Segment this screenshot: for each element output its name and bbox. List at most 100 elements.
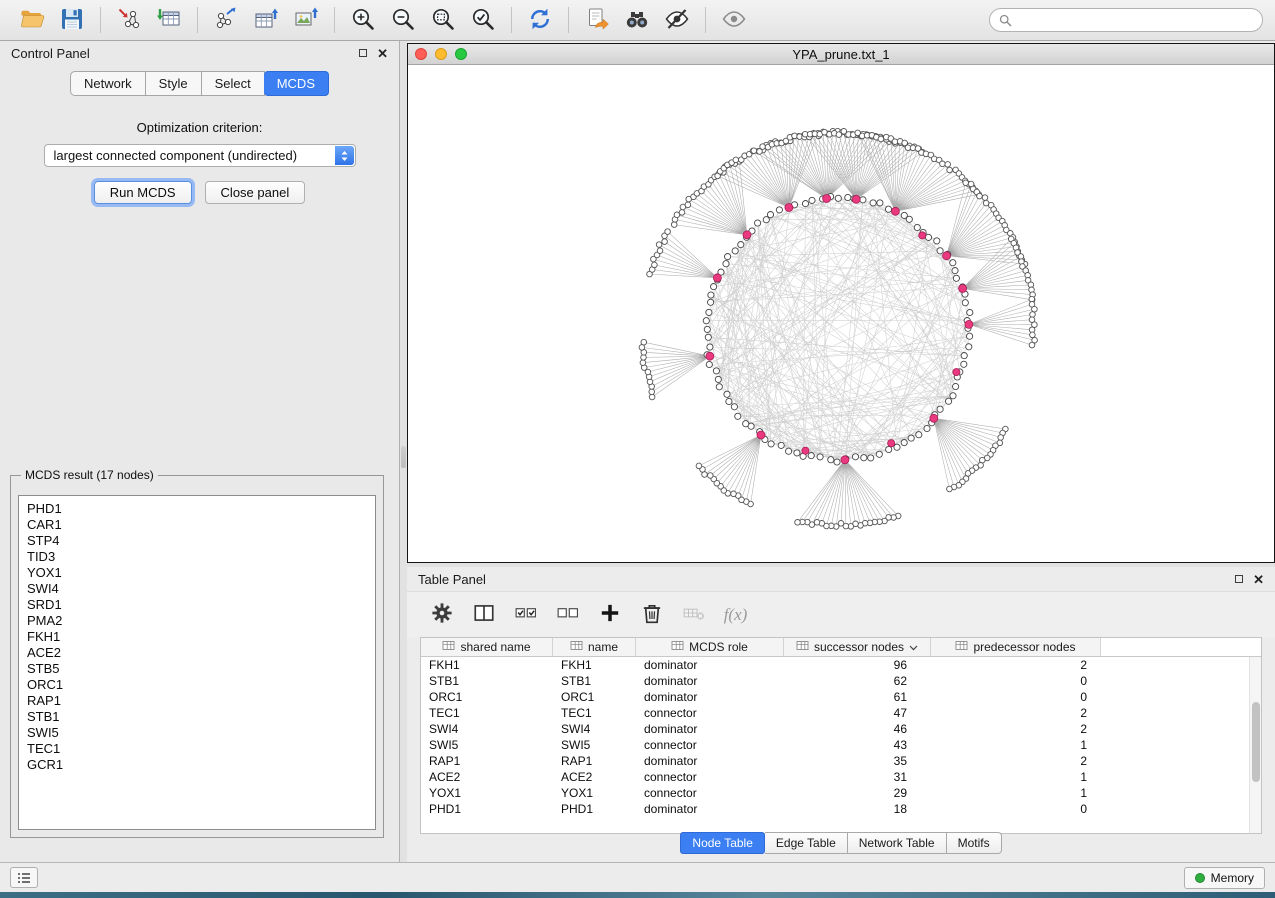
table-row[interactable]: RAP1RAP1dominator352 — [421, 753, 1261, 769]
tab-mcds[interactable]: MCDS — [264, 71, 329, 96]
cell-mcds_role: dominator — [636, 722, 784, 736]
mcds-result-list[interactable]: PHD1CAR1STP4TID3YOX1SWI4SRD1PMA2FKH1ACE2… — [18, 495, 376, 830]
minimize-window-icon[interactable] — [435, 48, 447, 60]
list-item[interactable]: GCR1 — [27, 757, 375, 773]
network-view-titlebar[interactable]: YPA_prune.txt_1 — [408, 44, 1274, 65]
close-panel-icon[interactable]: ✕ — [377, 47, 388, 60]
zoom-out-button[interactable] — [383, 4, 423, 37]
cell-successor_nodes: 31 — [784, 770, 931, 784]
cell-name: PHD1 — [553, 802, 636, 816]
list-item[interactable]: TEC1 — [27, 741, 375, 757]
search-input[interactable] — [1017, 13, 1253, 28]
float-panel-icon[interactable] — [359, 49, 367, 57]
column-header-MCDS-role[interactable]: MCDS role — [636, 638, 784, 656]
list-item[interactable]: FKH1 — [27, 629, 375, 645]
list-item[interactable]: SWI4 — [27, 581, 375, 597]
table-row[interactable]: FKH1FKH1dominator962 — [421, 657, 1261, 673]
list-item[interactable]: STP4 — [27, 533, 375, 549]
close-window-icon[interactable] — [415, 48, 427, 60]
table-header-row: shared namenameMCDS rolesuccessor nodesp… — [421, 638, 1261, 657]
preview-button[interactable] — [714, 4, 754, 37]
list-item[interactable]: ACE2 — [27, 645, 375, 661]
tab-network-table[interactable]: Network Table — [848, 832, 947, 854]
table-row[interactable]: TEC1TEC1connector472 — [421, 705, 1261, 721]
duplicate-network-button[interactable] — [577, 4, 617, 37]
list-item[interactable]: YOX1 — [27, 565, 375, 581]
task-history-button[interactable] — [10, 867, 38, 888]
tab-style[interactable]: Style — [146, 71, 202, 96]
control-panel-title: Control Panel — [11, 46, 90, 61]
mcds-result-group: MCDS result (17 nodes) PHD1CAR1STP4TID3Y… — [10, 468, 384, 838]
cell-predecessor_nodes: 1 — [931, 770, 1101, 784]
column-header-shared-name[interactable]: shared name — [421, 638, 553, 656]
duplicate-network-icon — [584, 6, 610, 35]
export-network-button[interactable] — [206, 4, 246, 37]
list-item[interactable]: STB5 — [27, 661, 375, 677]
list-item[interactable]: PMA2 — [27, 613, 375, 629]
table-row[interactable]: ACE2ACE2connector311 — [421, 769, 1261, 785]
tab-motifs[interactable]: Motifs — [947, 832, 1002, 854]
table-scrollbar[interactable] — [1249, 657, 1261, 833]
tab-network[interactable]: Network — [70, 71, 146, 96]
refresh-button[interactable] — [520, 4, 560, 37]
column-chooser-button[interactable] — [465, 598, 502, 632]
header-sort-icon — [671, 640, 684, 654]
float-table-panel-icon[interactable] — [1235, 575, 1243, 583]
cell-name: TEC1 — [553, 706, 636, 720]
memory-button[interactable]: Memory — [1184, 867, 1265, 889]
table-row[interactable]: STB1STB1dominator620 — [421, 673, 1261, 689]
list-item[interactable]: SWI5 — [27, 725, 375, 741]
list-item[interactable]: CAR1 — [27, 517, 375, 533]
list-item[interactable]: TID3 — [27, 549, 375, 565]
zoom-in-button[interactable] — [343, 4, 383, 37]
chevron-down-icon — [909, 640, 918, 654]
table-row[interactable]: SWI4SWI4dominator462 — [421, 721, 1261, 737]
tab-edge-table[interactable]: Edge Table — [765, 832, 848, 854]
function-builder-button[interactable]: f(x) — [717, 598, 754, 632]
list-item[interactable]: RAP1 — [27, 693, 375, 709]
table-row[interactable]: YOX1YOX1connector291 — [421, 785, 1261, 801]
deselect-all-rows-button[interactable] — [549, 598, 586, 632]
column-header-name[interactable]: name — [553, 638, 636, 656]
close-table-panel-icon[interactable]: ✕ — [1253, 573, 1264, 586]
select-all-rows-button[interactable] — [507, 598, 544, 632]
table-row[interactable]: SWI5SWI5connector431 — [421, 737, 1261, 753]
import-network-button[interactable] — [109, 4, 149, 37]
zoom-fit-button[interactable] — [423, 4, 463, 37]
settings-gear-button[interactable] — [423, 598, 460, 632]
import-table-button[interactable] — [149, 4, 189, 37]
find-button[interactable] — [617, 4, 657, 37]
run-mcds-button[interactable]: Run MCDS — [94, 181, 192, 204]
list-item[interactable]: PHD1 — [27, 501, 375, 517]
list-item[interactable]: STB1 — [27, 709, 375, 725]
maximize-window-icon[interactable] — [455, 48, 467, 60]
hide-unhide-button[interactable] — [657, 4, 697, 37]
main-toolbar — [0, 0, 1275, 41]
list-item[interactable]: ORC1 — [27, 677, 375, 693]
table-row[interactable]: PHD1PHD1dominator180 — [421, 801, 1261, 817]
cell-predecessor_nodes: 1 — [931, 738, 1101, 752]
close-panel-button[interactable]: Close panel — [205, 181, 306, 204]
row-options-button[interactable] — [675, 598, 712, 632]
column-header-predecessor-nodes[interactable]: predecessor nodes — [931, 638, 1101, 656]
cell-shared_name: STB1 — [421, 674, 553, 688]
tab-node-table[interactable]: Node Table — [680, 832, 765, 854]
delete-column-button[interactable] — [633, 598, 670, 632]
scrollbar-thumb[interactable] — [1252, 702, 1260, 782]
export-image-button[interactable] — [286, 4, 326, 37]
optimization-criterion-select[interactable]: largest connected component (undirected) — [44, 144, 356, 167]
list-item[interactable]: SRD1 — [27, 597, 375, 613]
table-row[interactable]: ORC1ORC1dominator610 — [421, 689, 1261, 705]
network-canvas[interactable] — [408, 65, 1274, 562]
open-session-button[interactable] — [12, 4, 52, 37]
list-icon — [16, 872, 32, 884]
tab-select[interactable]: Select — [202, 71, 265, 96]
add-column-button[interactable] — [591, 598, 628, 632]
export-table-button[interactable] — [246, 4, 286, 37]
splitter-grip[interactable] — [401, 446, 406, 468]
search-box[interactable] — [989, 8, 1263, 32]
vertical-splitter[interactable] — [400, 41, 407, 862]
column-header-successor-nodes[interactable]: successor nodes — [784, 638, 931, 656]
zoom-selected-button[interactable] — [463, 4, 503, 37]
save-session-button[interactable] — [52, 4, 92, 37]
